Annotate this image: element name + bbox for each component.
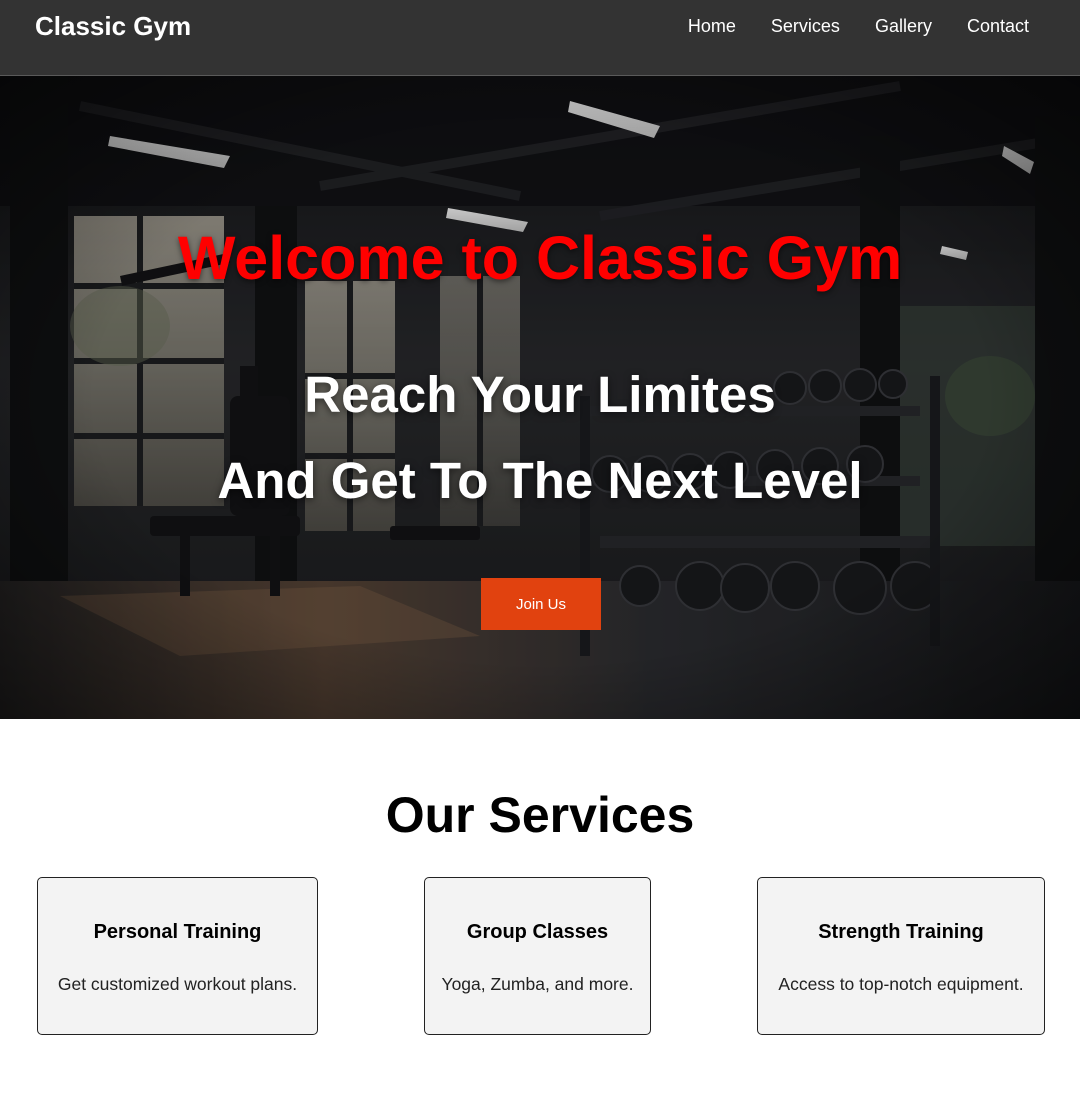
nav-link-services[interactable]: Services [771, 14, 840, 38]
service-card-title: Group Classes [466, 921, 609, 943]
hero-title: Welcome to Classic Gym [177, 224, 903, 292]
service-card-description: Yoga, Zumba, and more. [441, 974, 634, 994]
nav-link-home[interactable]: Home [688, 14, 736, 38]
services-heading: Our Services [385, 787, 695, 843]
main-nav: Home Services Gallery Contact [688, 14, 1029, 38]
service-card-description: Access to top-notch equipment. [778, 974, 1024, 994]
service-card-group-classes: Group Classes Yoga, Zumba, and more. [424, 877, 651, 1035]
service-card-personal-training: Personal Training Get customized workout… [37, 877, 318, 1035]
site-header: Classic Gym Home Services Gallery Contac… [0, 0, 1080, 76]
service-card-title: Personal Training [93, 921, 262, 943]
join-us-button[interactable]: Join Us [481, 578, 601, 630]
site-logo-text[interactable]: Classic Gym [35, 10, 191, 42]
service-card-strength-training: Strength Training Access to top-notch eq… [757, 877, 1045, 1035]
nav-link-gallery[interactable]: Gallery [875, 14, 932, 38]
hero-tagline-line1: Reach Your Limites [304, 366, 776, 423]
service-card-title: Strength Training [818, 921, 984, 943]
nav-link-contact[interactable]: Contact [967, 14, 1029, 38]
hero-section: Welcome to Classic Gym Reach Your Limite… [0, 76, 1080, 719]
hero-tagline-line2: And Get To The Next Level [217, 452, 863, 509]
service-card-description: Get customized workout plans. [57, 974, 298, 994]
